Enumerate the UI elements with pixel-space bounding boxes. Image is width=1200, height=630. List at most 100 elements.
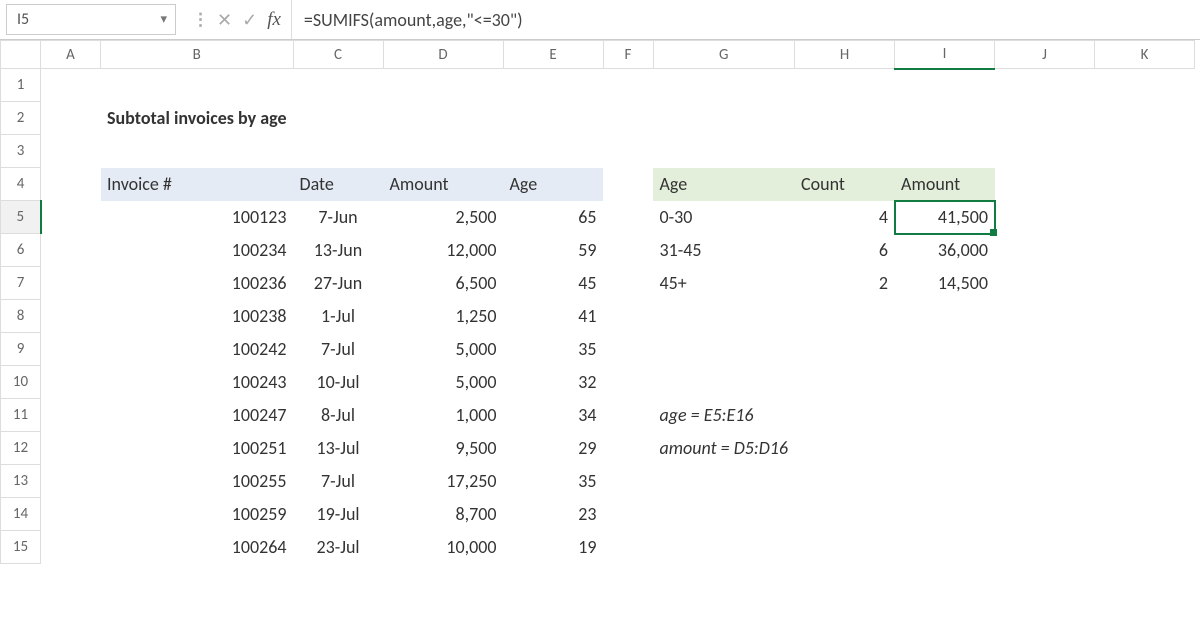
table1-cell[interactable]: 23 xyxy=(503,498,603,531)
cell-F5[interactable] xyxy=(603,201,653,234)
cell-A9[interactable] xyxy=(41,333,101,366)
row-header-10[interactable]: 10 xyxy=(1,366,41,399)
table1-cell[interactable]: 5,000 xyxy=(383,366,503,399)
row-header-9[interactable]: 9 xyxy=(1,333,41,366)
cell-B1[interactable] xyxy=(101,69,294,102)
cell-E1[interactable] xyxy=(503,69,603,102)
col-header-G[interactable]: G xyxy=(653,41,795,69)
cell-G8[interactable] xyxy=(653,300,795,333)
cell-K9[interactable] xyxy=(1095,333,1195,366)
cell-F14[interactable] xyxy=(603,498,653,531)
cell-H8[interactable] xyxy=(795,300,895,333)
table2-cell[interactable]: 36,000 xyxy=(895,234,995,267)
cell-G13[interactable] xyxy=(653,465,795,498)
table1-cell[interactable]: 27-Jun xyxy=(293,267,383,300)
table1-cell[interactable]: 7-Jul xyxy=(293,465,383,498)
table1-cell[interactable]: 100247 xyxy=(101,399,294,432)
cell-I8[interactable] xyxy=(895,300,995,333)
cell-H10[interactable] xyxy=(795,366,895,399)
row-header-5[interactable]: 5 xyxy=(1,201,41,234)
row-header-2[interactable]: 2 xyxy=(1,102,41,135)
cell-K8[interactable] xyxy=(1095,300,1195,333)
table1-cell[interactable]: 41 xyxy=(503,300,603,333)
table2-cell[interactable]: 31-45 xyxy=(653,234,795,267)
cell-I1[interactable] xyxy=(895,69,995,102)
col-header-F[interactable]: F xyxy=(603,41,653,69)
cell-E2[interactable] xyxy=(503,102,603,135)
cell-A7[interactable] xyxy=(41,267,101,300)
table1-cell[interactable]: 5,000 xyxy=(383,333,503,366)
cell-G3[interactable] xyxy=(653,135,795,168)
cell-H13[interactable] xyxy=(795,465,895,498)
table2-cell[interactable]: 4 xyxy=(795,201,895,234)
cell-J10[interactable] xyxy=(995,366,1095,399)
cell-K5[interactable] xyxy=(1095,201,1195,234)
cell-F11[interactable] xyxy=(603,399,653,432)
row-header-13[interactable]: 13 xyxy=(1,465,41,498)
cell-A14[interactable] xyxy=(41,498,101,531)
table1-cell[interactable]: 100264 xyxy=(101,531,294,564)
table1-cell[interactable]: 100234 xyxy=(101,234,294,267)
table1-cell[interactable]: 7-Jul xyxy=(293,333,383,366)
cell-E3[interactable] xyxy=(503,135,603,168)
cell-A8[interactable] xyxy=(41,300,101,333)
name-box[interactable]: I5 ▾ xyxy=(6,4,176,35)
spreadsheet-grid[interactable]: ABCDEFGHIJK 12Subtotal invoices by age34… xyxy=(0,40,1195,564)
cell-C1[interactable] xyxy=(293,69,383,102)
cell-K10[interactable] xyxy=(1095,366,1195,399)
table1-cell[interactable]: 23-Jul xyxy=(293,531,383,564)
cell-J2[interactable] xyxy=(995,102,1095,135)
table1-cell[interactable]: 19-Jul xyxy=(293,498,383,531)
table2-header[interactable]: Age xyxy=(653,168,795,201)
cell-H2[interactable] xyxy=(795,102,895,135)
cell-F13[interactable] xyxy=(603,465,653,498)
cell-F12[interactable] xyxy=(603,432,653,465)
col-header-H[interactable]: H xyxy=(795,41,895,69)
cell-K11[interactable] xyxy=(1095,399,1195,432)
cell-F15[interactable] xyxy=(603,531,653,564)
col-header-K[interactable]: K xyxy=(1095,41,1195,69)
row-header-14[interactable]: 14 xyxy=(1,498,41,531)
table2-cell[interactable]: 2 xyxy=(795,267,895,300)
cell-K1[interactable] xyxy=(1095,69,1195,102)
table1-cell[interactable]: 17,250 xyxy=(383,465,503,498)
col-header-A[interactable]: A xyxy=(41,41,101,69)
cell-J13[interactable] xyxy=(995,465,1095,498)
cell-F8[interactable] xyxy=(603,300,653,333)
table1-cell[interactable]: 1,250 xyxy=(383,300,503,333)
cell-I12[interactable] xyxy=(895,432,995,465)
cell-F3[interactable] xyxy=(603,135,653,168)
cell-I11[interactable] xyxy=(895,399,995,432)
col-header-I[interactable]: I xyxy=(895,41,995,69)
cell-F1[interactable] xyxy=(603,69,653,102)
cell-F9[interactable] xyxy=(603,333,653,366)
select-all-corner[interactable] xyxy=(1,41,41,69)
cell-A13[interactable] xyxy=(41,465,101,498)
cell-J9[interactable] xyxy=(995,333,1095,366)
cell-G2[interactable] xyxy=(653,102,795,135)
table2-cell[interactable]: 14,500 xyxy=(895,267,995,300)
cell-B3[interactable] xyxy=(101,135,294,168)
cell-K2[interactable] xyxy=(1095,102,1195,135)
row-header-15[interactable]: 15 xyxy=(1,531,41,564)
col-header-B[interactable]: B xyxy=(101,41,294,69)
table1-cell[interactable]: 1,000 xyxy=(383,399,503,432)
table2-header[interactable]: Count xyxy=(795,168,895,201)
cell-K6[interactable] xyxy=(1095,234,1195,267)
table1-cell[interactable]: 100251 xyxy=(101,432,294,465)
table2-cell[interactable]: 0-30 xyxy=(653,201,795,234)
cell-H14[interactable] xyxy=(795,498,895,531)
table1-cell[interactable]: 6,500 xyxy=(383,267,503,300)
cell-J5[interactable] xyxy=(995,201,1095,234)
cell-K15[interactable] xyxy=(1095,531,1195,564)
cell-G10[interactable] xyxy=(653,366,795,399)
cell-J6[interactable] xyxy=(995,234,1095,267)
table1-cell[interactable]: 35 xyxy=(503,465,603,498)
table1-cell[interactable]: 19 xyxy=(503,531,603,564)
row-header-8[interactable]: 8 xyxy=(1,300,41,333)
col-header-J[interactable]: J xyxy=(995,41,1095,69)
cell-H9[interactable] xyxy=(795,333,895,366)
table2-cell[interactable]: 6 xyxy=(795,234,895,267)
cell-H15[interactable] xyxy=(795,531,895,564)
cell-G14[interactable] xyxy=(653,498,795,531)
